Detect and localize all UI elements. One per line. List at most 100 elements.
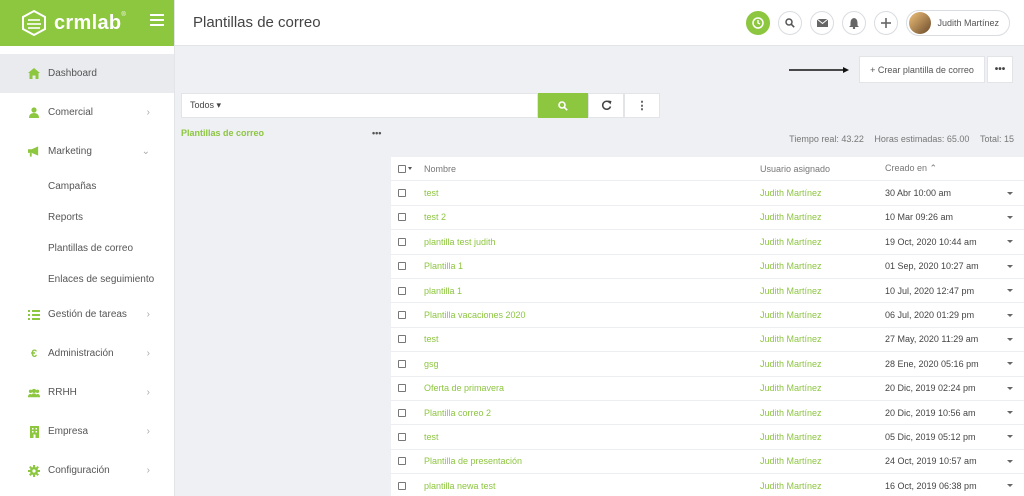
table-row[interactable]: plantilla newa test Judith Martínez 16 Oct… xyxy=(391,474,1024,496)
row-actions-caret-icon[interactable] xyxy=(1007,386,1013,390)
sidebar-item-comercial[interactable]: Comercial › xyxy=(0,93,174,132)
search-submit-button[interactable] xyxy=(538,93,588,118)
assigned-user-link[interactable]: Judith Martínez xyxy=(760,188,822,198)
table-row[interactable]: Oferta de primavera Judith Martínez 20 Dic… xyxy=(391,377,1024,401)
sidebar-item-gestion-tareas[interactable]: Gestión de tareas › xyxy=(0,295,174,334)
template-name-link[interactable]: Oferta de primavera xyxy=(424,383,504,393)
template-name-link[interactable]: gsg xyxy=(424,359,439,369)
column-header-name[interactable]: Nombre xyxy=(424,164,456,174)
row-checkbox[interactable] xyxy=(398,359,406,368)
table-row[interactable]: Plantilla vacaciones 2020 Judith Martínez… xyxy=(391,303,1024,328)
sidebar-subitem-reports[interactable]: Reports xyxy=(0,202,174,233)
assigned-user-link[interactable]: Judith Martínez xyxy=(760,359,822,369)
template-name-link[interactable]: Plantilla de presentación xyxy=(424,456,522,466)
row-checkbox[interactable] xyxy=(398,432,406,441)
assigned-user-link[interactable]: Judith Martínez xyxy=(760,334,822,344)
row-actions-caret-icon[interactable] xyxy=(1007,215,1013,219)
template-name-link[interactable]: test xyxy=(424,432,439,442)
sidebar-subitem-plantillas[interactable]: Plantillas de correo xyxy=(0,233,174,264)
row-actions-caret-icon[interactable] xyxy=(1007,337,1013,341)
table-row[interactable]: plantilla 1 Judith Martínez 10 Jul, 2020 1… xyxy=(391,279,1024,304)
assigned-user-link[interactable]: Judith Martínez xyxy=(760,432,822,442)
create-template-button[interactable]: + Crear plantilla de correo xyxy=(859,56,985,83)
sidebar-item-empresa[interactable]: Empresa › xyxy=(0,412,174,451)
table-row[interactable]: test 2 Judith Martínez 10 Mar 09:26 am xyxy=(391,206,1024,231)
assigned-user-link[interactable]: Judith Martínez xyxy=(760,383,822,393)
assigned-user-link[interactable]: Judith Martínez xyxy=(760,408,822,418)
caret-down-icon[interactable] xyxy=(408,167,412,171)
row-actions-caret-icon[interactable] xyxy=(1007,289,1013,293)
table-row[interactable]: plantilla test judith Judith Martínez 19 O… xyxy=(391,230,1024,255)
template-name-link[interactable]: test 2 xyxy=(424,212,446,222)
column-header-created[interactable]: Creado en ⌃ xyxy=(885,163,937,174)
row-checkbox[interactable] xyxy=(398,262,406,271)
template-name-link[interactable]: plantilla newa test xyxy=(424,481,496,491)
row-actions-caret-icon[interactable] xyxy=(1007,264,1013,268)
refresh-button[interactable] xyxy=(588,93,624,118)
assigned-user-link[interactable]: Judith Martínez xyxy=(760,481,822,491)
table-row[interactable]: Plantilla correo 2 Judith Martínez 20 Dic,… xyxy=(391,401,1024,426)
assigned-user-link[interactable]: Judith Martínez xyxy=(760,261,822,271)
options-menu-button[interactable]: ⋮ xyxy=(624,93,660,118)
sidebar-subitem-campanas[interactable]: Campañas xyxy=(0,171,174,202)
row-actions-caret-icon[interactable] xyxy=(1007,240,1013,244)
more-options-button[interactable]: ••• xyxy=(987,56,1013,83)
table-row[interactable]: gsg Judith Martínez 28 Ene, 2020 05:16 pm xyxy=(391,352,1024,377)
row-checkbox[interactable] xyxy=(398,213,406,222)
search-button[interactable] xyxy=(778,11,803,35)
clock-button[interactable] xyxy=(746,11,771,35)
template-name-link[interactable]: test xyxy=(424,334,439,344)
assigned-user-link[interactable]: Judith Martínez xyxy=(760,286,822,296)
row-checkbox[interactable] xyxy=(398,189,406,198)
folder-label[interactable]: Plantillas de correo xyxy=(181,128,264,138)
sidebar-item-configuracion[interactable]: Configuración › xyxy=(0,451,174,490)
folder-more-button[interactable]: ••• xyxy=(372,128,381,138)
row-checkbox[interactable] xyxy=(398,457,406,466)
assigned-user-link[interactable]: Judith Martínez xyxy=(760,212,822,222)
table-row[interactable]: Plantilla de presentación Judith Martínez… xyxy=(391,450,1024,475)
row-actions-caret-icon[interactable] xyxy=(1007,435,1013,439)
row-checkbox[interactable] xyxy=(398,286,406,295)
sidebar-item-marketing[interactable]: Marketing ⌄ xyxy=(0,132,174,171)
add-button[interactable] xyxy=(874,11,899,35)
row-checkbox[interactable] xyxy=(398,408,406,417)
table-header: Nombre Usuario asignado Creado en ⌃ xyxy=(391,157,1024,182)
filter-dropdown[interactable]: Todos ▾ xyxy=(181,93,538,118)
mail-button[interactable] xyxy=(810,11,835,35)
row-checkbox[interactable] xyxy=(398,237,406,246)
row-actions-caret-icon[interactable] xyxy=(1007,411,1013,415)
assigned-user-link[interactable]: Judith Martínez xyxy=(760,456,822,466)
sidebar-item-label: Marketing xyxy=(48,146,92,157)
template-name-link[interactable]: Plantilla vacaciones 2020 xyxy=(424,310,526,320)
row-actions-caret-icon[interactable] xyxy=(1007,313,1013,317)
crmlab-logo-icon xyxy=(22,9,46,37)
sidebar-subitem-enlaces[interactable]: Enlaces de seguimiento xyxy=(0,264,174,295)
select-all-checkbox[interactable] xyxy=(398,164,406,173)
row-checkbox[interactable] xyxy=(398,335,406,344)
table-row[interactable]: test Judith Martínez 05 Dic, 2019 05:12 pm xyxy=(391,425,1024,450)
row-checkbox[interactable] xyxy=(398,481,406,490)
table-row[interactable]: Plantilla 1 Judith Martínez 01 Sep, 2020 1… xyxy=(391,255,1024,279)
row-checkbox[interactable] xyxy=(398,384,406,393)
template-name-link[interactable]: plantilla test judith xyxy=(424,237,496,247)
row-checkbox[interactable] xyxy=(398,311,406,320)
template-name-link[interactable]: test xyxy=(424,188,439,198)
template-name-link[interactable]: Plantilla correo 2 xyxy=(424,408,491,418)
user-menu[interactable]: Judith Martínez xyxy=(906,10,1010,36)
row-actions-caret-icon[interactable] xyxy=(1007,191,1013,195)
template-name-link[interactable]: Plantilla 1 xyxy=(424,261,463,271)
row-actions-caret-icon[interactable] xyxy=(1007,484,1013,488)
assigned-user-link[interactable]: Judith Martínez xyxy=(760,310,822,320)
column-header-user[interactable]: Usuario asignado xyxy=(760,164,830,174)
table-row[interactable]: test Judith Martínez 27 May, 2020 11:29 am xyxy=(391,328,1024,353)
sidebar-item-rrhh[interactable]: RRHH › xyxy=(0,373,174,412)
template-name-link[interactable]: plantilla 1 xyxy=(424,286,462,296)
notifications-button[interactable] xyxy=(842,11,867,35)
sidebar-item-administracion[interactable]: € Administración › xyxy=(0,334,174,373)
assigned-user-link[interactable]: Judith Martínez xyxy=(760,237,822,247)
hamburger-menu-icon[interactable] xyxy=(150,14,164,28)
sidebar-item-dashboard[interactable]: Dashboard xyxy=(0,54,174,93)
table-row[interactable]: test Judith Martínez 30 Abr 10:00 am xyxy=(391,181,1024,206)
row-actions-caret-icon[interactable] xyxy=(1007,459,1013,463)
row-actions-caret-icon[interactable] xyxy=(1007,362,1013,366)
